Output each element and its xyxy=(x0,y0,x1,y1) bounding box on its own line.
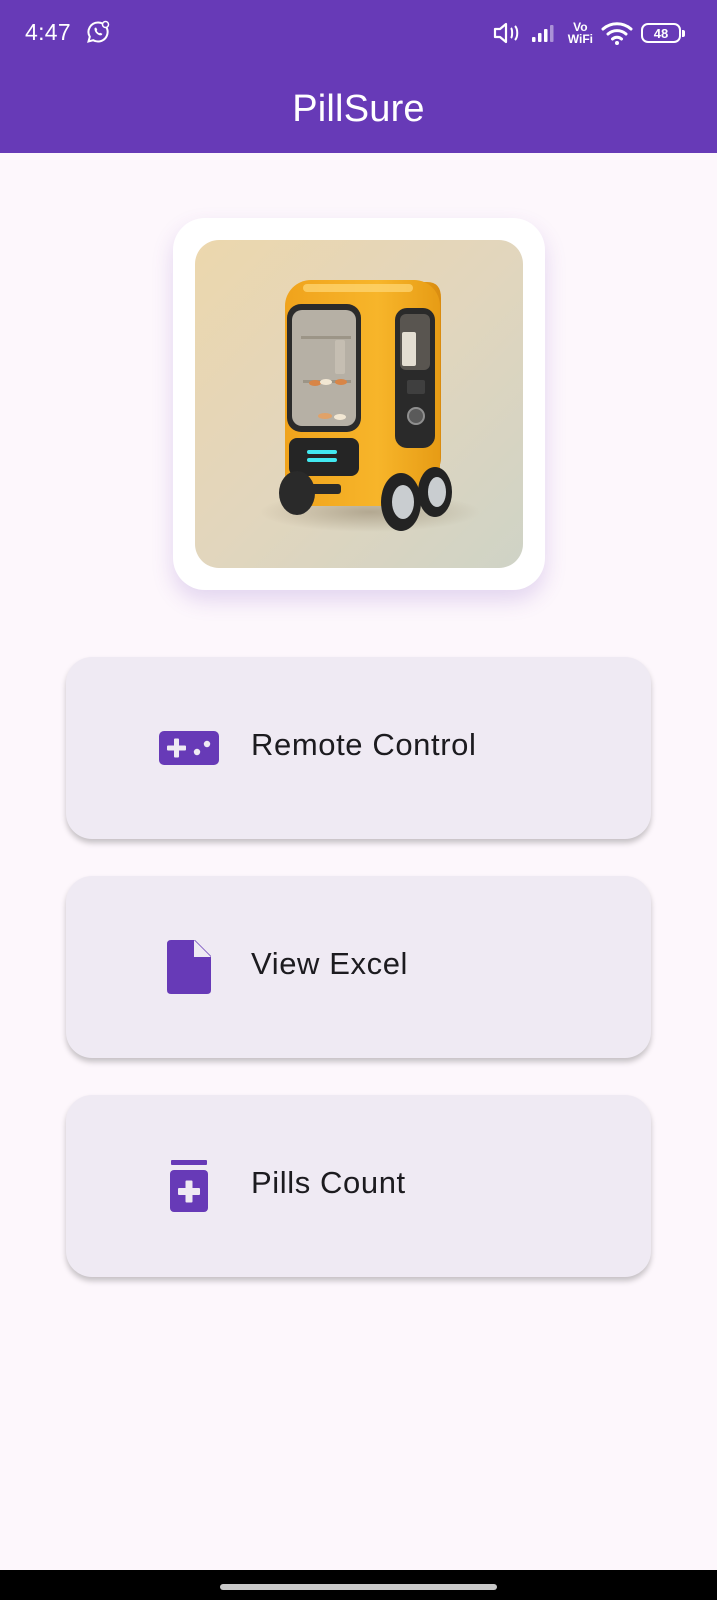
vibrate-mode-icon xyxy=(493,22,519,44)
medication-icon xyxy=(159,1159,219,1213)
status-bar: 4:47 Vo WiFi 48 xyxy=(0,0,717,66)
view-excel-label: View Excel xyxy=(251,946,409,981)
pill-robot-image xyxy=(195,240,523,568)
gesture-handle[interactable] xyxy=(220,1584,497,1590)
battery-indicator: 48 xyxy=(641,23,685,43)
pills-count-button[interactable]: Pills Count xyxy=(66,1095,651,1277)
remote-control-button[interactable]: Remote Control xyxy=(66,657,651,839)
battery-level: 48 xyxy=(653,25,669,41)
pills-count-label: Pills Count xyxy=(251,1165,406,1200)
signal-icon xyxy=(531,25,554,42)
robot-image-card xyxy=(173,218,545,590)
app-title: PillSure xyxy=(292,88,425,130)
gamepad-icon xyxy=(159,721,219,775)
whatsapp-notification-icon xyxy=(87,20,110,43)
app-bar: PillSure xyxy=(0,66,717,153)
view-excel-button[interactable]: View Excel xyxy=(66,876,651,1058)
remote-control-label: Remote Control xyxy=(251,727,477,762)
status-time: 4:47 xyxy=(25,19,71,45)
vowifi-label-bottom: WiFi xyxy=(567,32,593,46)
document-icon xyxy=(159,940,219,994)
wifi-icon xyxy=(601,22,633,45)
status-icons: Vo WiFi 48 xyxy=(492,18,685,48)
vowifi-indicator: Vo WiFi xyxy=(568,21,593,45)
system-navigation-bar xyxy=(0,1570,717,1600)
